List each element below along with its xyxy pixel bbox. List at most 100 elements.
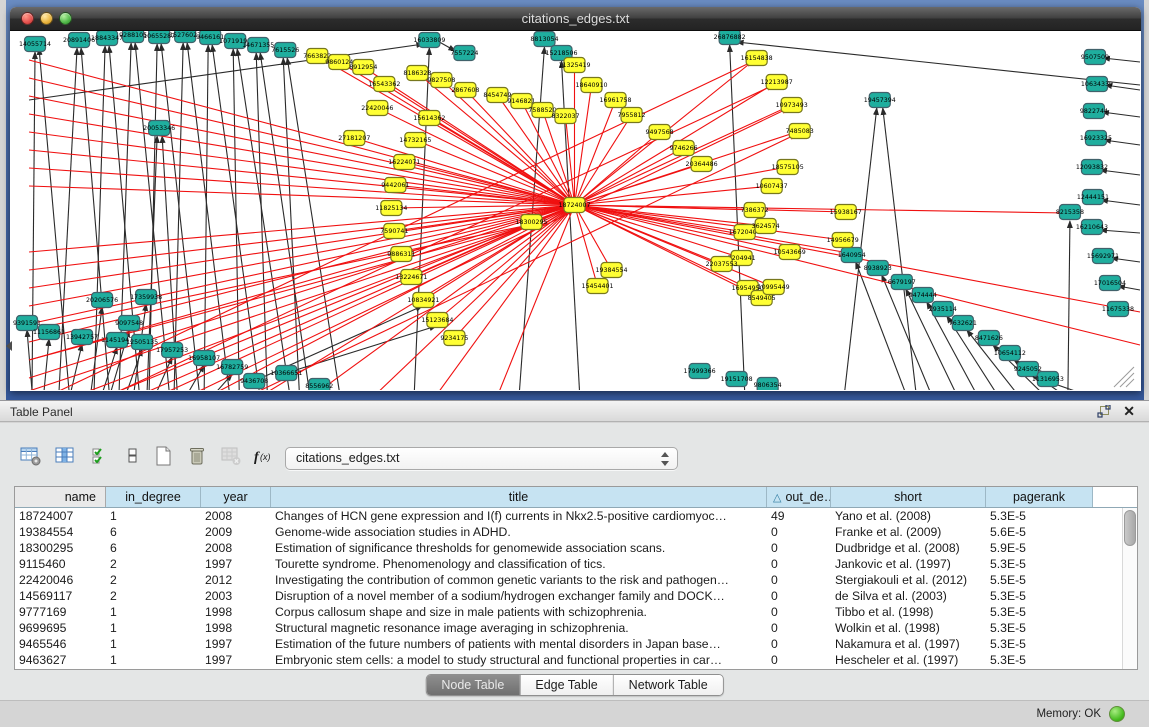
column-header-label: in_degree [125,490,181,504]
table-cell: 0 [767,652,831,668]
graph-edge[interactable] [283,58,299,390]
table-cell: 2003 [201,588,271,604]
graph-edge[interactable] [29,205,574,378]
table-row[interactable]: 2242004622012Investigating the contribut… [15,572,1137,588]
graph-node-label: 15692971 [1087,253,1119,260]
column-header-pagerank[interactable]: pagerank [986,487,1093,507]
graph-edge[interactable] [233,49,239,390]
graph-node-label: 16154838 [741,55,773,62]
column-header-short[interactable]: short [831,487,986,507]
graph-edge[interactable] [32,52,35,390]
tab-network-table[interactable]: Network Table [613,675,723,695]
column-header-title[interactable]: title [271,487,767,507]
table-row[interactable]: 1830029562008Estimation of significance … [15,540,1137,556]
function-builder-icon[interactable]: f(x) [252,443,278,469]
new-table-icon[interactable] [150,443,176,469]
graph-node-label: 11316953 [1032,376,1064,383]
graph-edge[interactable] [29,150,574,205]
table-cell: 1997 [201,636,271,652]
network-canvas[interactable]: 1405571420891406188433479288105106552871… [10,31,1141,390]
network-graph[interactable]: 1405571420891406188433479288105106552871… [10,31,1141,390]
graph-edge[interactable] [354,138,574,205]
tab-edge-table[interactable]: Edge Table [519,675,612,695]
network-window[interactable]: citations_edges.txt 14055714208914061884… [10,7,1141,391]
graph-edge[interactable] [574,132,659,205]
table-cell: 1 [106,652,201,668]
graph-edge[interactable] [29,205,574,306]
graph-edge[interactable] [415,140,574,205]
status-bar: Memory: OK [0,700,1149,727]
table-cell: 5.6E-5 [986,524,1093,540]
graph-node-label: 10995449 [758,284,790,291]
table-row[interactable]: 977716911998Corpus callosum shape and si… [15,604,1137,620]
column-header-year[interactable]: year [201,487,271,507]
table-cell: 0 [767,556,831,572]
graph-node-label: 15938167 [830,209,862,216]
graph-node-label: 16961758 [599,97,631,104]
table-cell: 5.3E-5 [986,508,1093,524]
table-cell: 0 [767,588,831,604]
sort-ascending-icon: △ [773,491,781,504]
table-row[interactable]: 1938455462009Genome-wide association stu… [15,524,1137,540]
graph-edge[interactable] [29,132,574,205]
memory-status-label: Memory: OK [1036,708,1101,720]
delete-table-icon [218,443,244,469]
graph-edge[interactable] [204,45,208,390]
column-header-name[interactable]: name [15,487,106,507]
graph-edge[interactable] [737,42,1140,85]
table-row[interactable]: 946554611997Estimation of the future num… [15,636,1137,652]
table-row[interactable]: 1456911722003Disruption of a novel membe… [15,588,1137,604]
vertical-scrollbar[interactable] [1122,508,1137,669]
select-rows-icon[interactable] [88,443,114,469]
graph-node-label: 22420046 [361,105,393,112]
column-header-in_degree[interactable]: in_degree [106,487,201,507]
table-row[interactable]: 1872400712008Changes of HCN gene express… [15,508,1137,524]
graph-node-label: 17016504 [1094,280,1126,287]
table-row[interactable]: 969969511998Structural magnetic resonanc… [15,620,1137,636]
table-row[interactable]: 946362711997Embryonic stem cells: a mode… [15,652,1137,668]
network-window-titlebar[interactable]: citations_edges.txt [10,7,1141,31]
graph-edge[interactable] [174,43,183,390]
graph-node-label: 26876882 [714,34,746,41]
panel-collapse-arrow-icon[interactable] [6,341,12,351]
table-toolbar: f(x) citations_edges.txt [0,437,1149,481]
column-visibility-icon[interactable] [52,443,78,469]
network-table-select[interactable]: citations_edges.txt [285,447,678,470]
graph-node-label: 3624574 [752,223,780,230]
table-settings-icon[interactable] [18,443,44,469]
row-height-icon[interactable] [120,443,146,469]
graph-edge[interactable] [1068,221,1070,390]
graph-edge[interactable] [237,49,289,390]
graph-edge[interactable] [730,45,745,390]
graph-edge[interactable] [574,205,1140,345]
table-panel-header: Table Panel ✕ [0,400,1149,422]
graph-edge[interactable] [574,205,848,253]
table-cell: 18724007 [15,508,106,524]
graph-edge[interactable] [287,58,339,390]
delete-rows-icon[interactable] [184,443,210,469]
float-window-icon[interactable] [1097,405,1111,419]
table-cell: Structural magnetic resonance image aver… [271,620,767,636]
graph-node-label: 15614362 [413,115,445,122]
graph-node-label: 11675338 [1102,306,1134,313]
column-header-label: year [223,490,247,504]
resize-grip-icon[interactable] [1120,373,1134,387]
resize-grip-icon[interactable] [1114,367,1134,387]
graph-node-label: 9234175 [440,335,468,342]
column-header-out_de[interactable]: △out_de… [767,487,831,507]
graph-edge[interactable] [574,205,597,286]
table-cell: 0 [767,636,831,652]
graph-edge[interactable] [59,61,754,390]
tab-node-table[interactable]: Node Table [426,675,519,695]
graph-edge[interactable] [29,60,574,205]
table-row[interactable]: 911546021997Tourette syndrome. Phenomeno… [15,556,1137,572]
graph-edge[interactable] [883,108,916,390]
graph-edge[interactable] [29,205,574,270]
scrollbar-thumb[interactable] [1124,510,1136,546]
graph-node-label: 16543362 [368,81,400,88]
graph-edge[interactable] [44,339,49,390]
graph-node-label: 10607437 [756,183,788,190]
close-panel-icon[interactable]: ✕ [1123,403,1135,420]
graph-node-label: 9827508 [427,77,455,84]
graph-node-label: 12093832 [1076,164,1108,171]
